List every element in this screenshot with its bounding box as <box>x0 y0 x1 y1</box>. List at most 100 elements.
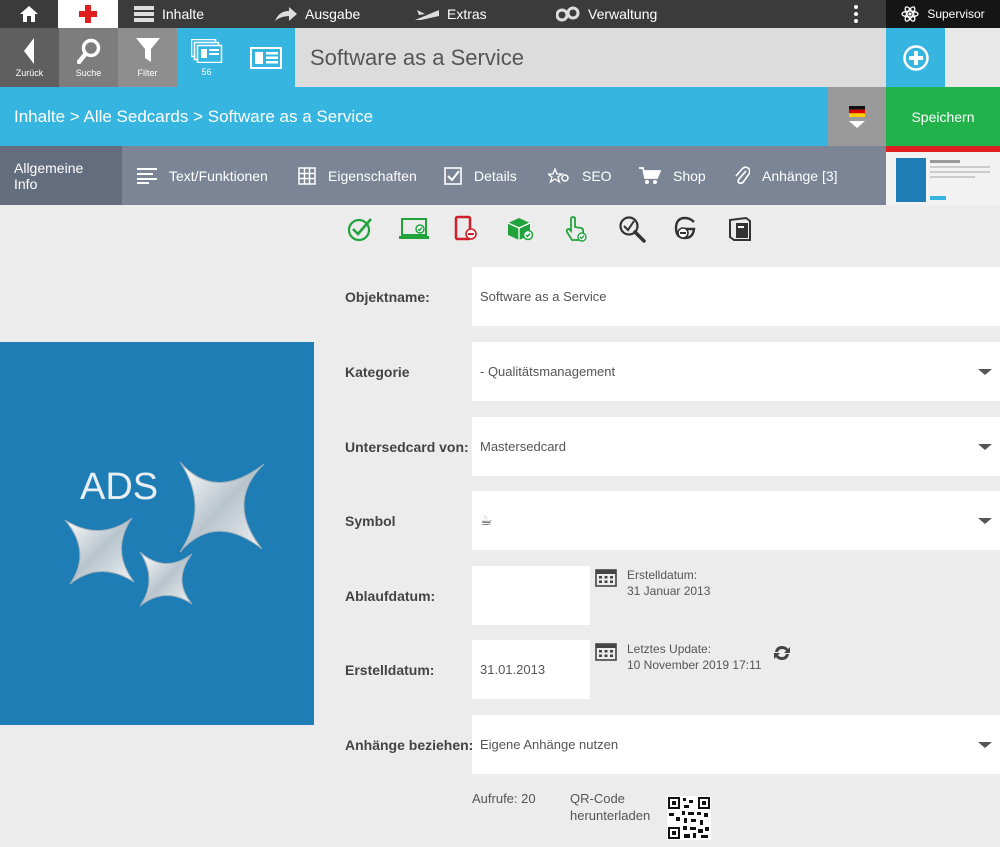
home-button[interactable] <box>0 0 58 28</box>
mobile-status-button[interactable] <box>450 213 482 245</box>
objektname-input[interactable]: Software as a Service <box>472 267 1000 326</box>
back-button[interactable]: Zurück <box>0 28 59 87</box>
shopping-cart-icon <box>639 166 661 184</box>
gears-icon <box>556 6 580 22</box>
qr-code-icon[interactable] <box>667 796 711 840</box>
tab-allgemeine-info[interactable]: Allgemeine Info <box>0 146 122 205</box>
untersedcard-value: Mastersedcard <box>480 439 566 454</box>
menu-ausgabe-label: Ausgabe <box>305 6 361 22</box>
magnifier-check-icon <box>619 216 646 243</box>
atom-icon <box>901 6 919 22</box>
ablaufdatum-input[interactable] <box>472 566 590 625</box>
erstelldatum-input[interactable]: 31.01.2013 <box>472 640 590 699</box>
vertical-dots-icon <box>854 5 858 23</box>
calendar-icon[interactable] <box>595 643 617 661</box>
list-icon <box>134 6 154 22</box>
created-info: Erstelldatum: 31 Januar 2013 <box>627 567 710 599</box>
add-button[interactable] <box>886 28 945 87</box>
supervisor-user-button[interactable]: Supervisor <box>886 0 1000 28</box>
tab-text-funktionen[interactable]: Text/Funktionen <box>137 146 268 205</box>
home-icon <box>20 6 38 22</box>
german-flag-icon <box>849 105 865 117</box>
chevron-down-icon <box>849 120 865 128</box>
tab-bar: Allgemeine Info Text/Funktionen Eigensch… <box>0 146 1000 205</box>
stacked-cards-icon <box>190 38 222 63</box>
tab-details[interactable]: Details <box>444 146 517 205</box>
kategorie-select[interactable]: - Qualitätsmanagement <box>472 342 1000 401</box>
tab-label: Text/Funktionen <box>169 167 268 184</box>
online-status-button[interactable] <box>396 213 432 245</box>
ads-logo-image: ADS <box>64 461 265 607</box>
objektname-label: Objektname: <box>345 289 430 305</box>
coffee-cup-icon: ☕ <box>480 512 493 529</box>
add-new-button[interactable] <box>58 0 118 28</box>
more-menu-button[interactable] <box>846 0 866 28</box>
menu-inhalte[interactable]: Inhalte <box>134 0 204 28</box>
filter-button[interactable]: Filter <box>118 28 177 87</box>
untersedcard-label: Untersedcard von: <box>345 439 469 455</box>
shop-status-button[interactable] <box>504 213 536 245</box>
tab-label: Shop <box>673 167 706 184</box>
archive-status-button[interactable] <box>724 213 756 245</box>
qr-line1: QR-Code <box>570 791 625 806</box>
tab-label: Details <box>474 167 517 184</box>
search-button[interactable]: Suche <box>59 28 118 87</box>
star-search-icon <box>548 167 569 184</box>
menu-ausgabe[interactable]: Ausgabe <box>275 0 360 28</box>
preview-thumbnail-image <box>886 146 1000 205</box>
tab-label: Allgemeine Info <box>14 159 84 192</box>
active-check-button[interactable] <box>344 213 376 245</box>
updated-info-value: 10 November 2019 17:11 <box>627 658 762 672</box>
chevron-left-icon <box>23 37 34 64</box>
kategorie-label: Kategorie <box>345 364 410 380</box>
updated-info-label: Letztes Update: <box>627 642 712 656</box>
tab-label: Anhänge [3] <box>762 167 838 184</box>
breadcrumb[interactable]: Inhalte > Alle Sedcards > Software as a … <box>14 87 373 146</box>
erstelldatum-value: 31.01.2013 <box>480 662 546 677</box>
symbol-select[interactable]: ☕ <box>472 491 1000 550</box>
chevron-down-icon <box>978 444 992 450</box>
untersedcard-select[interactable]: Mastersedcard <box>472 417 1000 476</box>
qr-download-link[interactable]: QR-Code herunterladen <box>570 790 650 824</box>
search-icon <box>76 38 100 64</box>
menu-verwaltung-label: Verwaltung <box>588 6 658 22</box>
anhaenge-select[interactable]: Eigene Anhänge nutzen <box>472 715 1000 774</box>
menu-verwaltung[interactable]: Verwaltung <box>556 0 657 28</box>
search-visibility-button[interactable] <box>616 213 648 245</box>
anhaenge-value: Eigene Anhänge nutzen <box>480 737 619 752</box>
sedcard-image[interactable]: ADS <box>0 342 314 725</box>
created-info-label: Erstelldatum: <box>627 568 698 582</box>
google-status-button[interactable] <box>670 213 702 245</box>
chevron-down-icon <box>978 369 992 375</box>
refresh-icon[interactable] <box>772 644 792 662</box>
language-selector[interactable] <box>828 87 886 146</box>
sedcard-view-button[interactable] <box>236 28 295 87</box>
mobile-blocked-icon <box>454 215 477 241</box>
tab-seo[interactable]: SEO <box>548 146 612 205</box>
laptop-check-icon <box>399 218 429 239</box>
filter-label: Filter <box>137 67 158 78</box>
chevron-down-icon <box>978 742 992 748</box>
page-preview-thumbnail[interactable] <box>886 146 1000 205</box>
calendar-icon[interactable] <box>595 569 617 587</box>
menu-extras[interactable]: Extras <box>415 0 487 28</box>
save-button[interactable]: Speichern <box>886 87 1000 146</box>
tab-eigenschaften[interactable]: Eigenschaften <box>298 146 417 205</box>
back-label: Zurück <box>15 67 44 78</box>
toolbar: Zurück Suche Filter 56 Software as a Ser… <box>0 28 1000 87</box>
tab-label: Eigenschaften <box>328 167 417 184</box>
text-lines-icon <box>137 167 157 184</box>
search-label: Suche <box>75 67 102 78</box>
grid-table-icon <box>298 166 316 185</box>
paperclip-icon <box>735 165 750 184</box>
checkbox-icon <box>444 166 462 185</box>
tab-anhaenge[interactable]: Anhänge [3] <box>734 146 838 205</box>
created-info-value: 31 Januar 2013 <box>627 584 711 598</box>
clickable-status-button[interactable] <box>560 213 592 245</box>
view-count: Aufrufe: 20 <box>472 791 536 806</box>
sedcard-list-button[interactable]: 56 <box>177 28 236 87</box>
card-icon <box>249 46 282 69</box>
share-arrow-icon <box>275 7 297 21</box>
breadcrumb-bar: Inhalte > Alle Sedcards > Software as a … <box>0 87 1000 146</box>
tab-shop[interactable]: Shop <box>639 146 706 205</box>
